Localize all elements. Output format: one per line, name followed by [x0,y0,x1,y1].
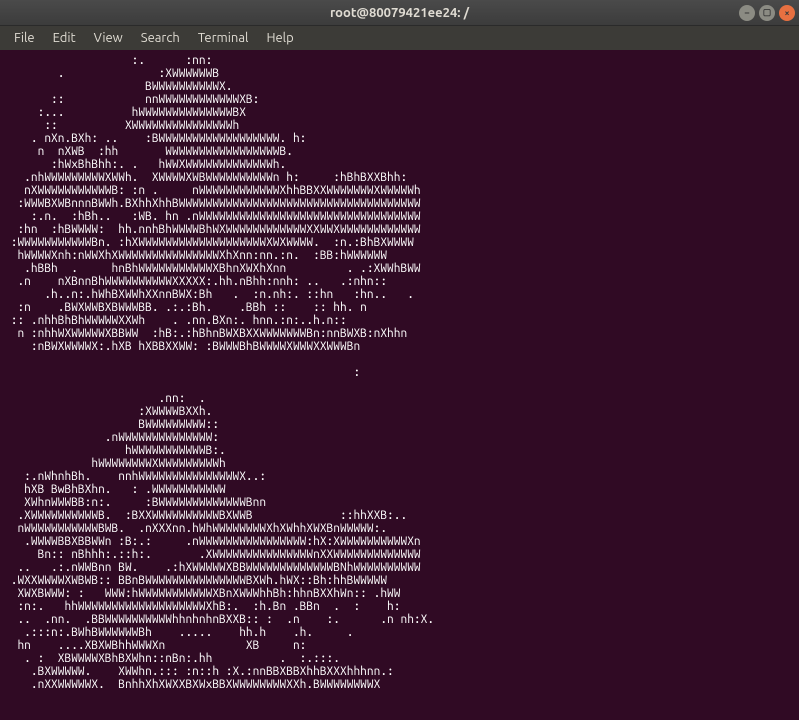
minimize-button[interactable]: – [739,5,755,21]
maximize-button[interactable]: ▢ [759,5,775,21]
menu-help[interactable]: Help [258,29,301,47]
menu-terminal[interactable]: Terminal [190,29,257,47]
window-title: root@80079421ee24: / [330,6,469,20]
window-controls: – ▢ × [739,5,795,21]
menu-file[interactable]: File [6,29,43,47]
close-button[interactable]: × [779,5,795,21]
menu-search[interactable]: Search [133,29,188,47]
menu-edit[interactable]: Edit [45,29,84,47]
terminal-output[interactable]: :. :nn: . :XWWWWWWB BWWWWWWWWWWX. :: nnW… [0,50,799,720]
window-titlebar: root@80079421ee24: / – ▢ × [0,0,799,26]
menu-view[interactable]: View [86,29,131,47]
menubar: File Edit View Search Terminal Help [0,26,799,50]
